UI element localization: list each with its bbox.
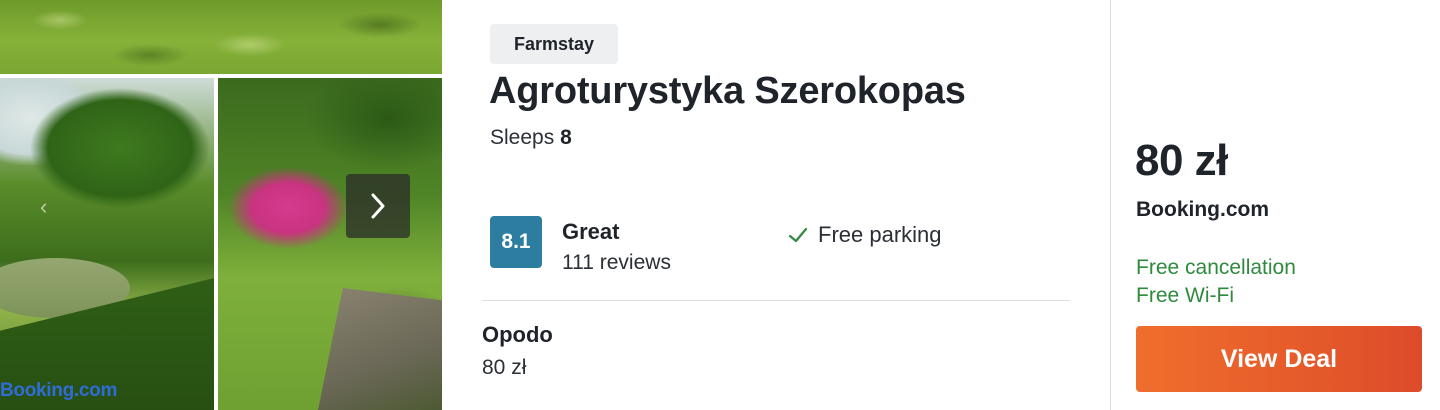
listing-details: Farmstay Agroturystyka Szerokopas Sleeps…	[442, 0, 1110, 410]
review-count-link[interactable]: 111 reviews	[562, 251, 671, 275]
gallery-photo-flowers[interactable]	[218, 78, 442, 410]
perk-free-cancellation: Free cancellation	[1136, 256, 1296, 279]
alternate-partner-name[interactable]: Opodo	[482, 322, 553, 348]
rocks-shape	[318, 288, 442, 410]
gallery-next-button[interactable]	[346, 174, 410, 238]
gallery-photo-pond[interactable]	[0, 78, 214, 410]
sleeps-label: Sleeps	[490, 126, 555, 149]
check-icon	[788, 227, 808, 243]
amenity-label: Free parking	[818, 222, 942, 247]
divider	[482, 300, 1070, 301]
listing-title[interactable]: Agroturystyka Szerokopas	[489, 70, 966, 113]
sleeps-info: Sleeps 8	[490, 126, 572, 150]
perk-free-wifi: Free Wi-Fi	[1136, 284, 1234, 307]
photo-gallery[interactable]: ‹ Booking.com	[0, 0, 442, 410]
view-deal-button[interactable]: View Deal	[1136, 326, 1422, 392]
photo-watermark: Booking.com	[0, 380, 118, 401]
amenity-free-parking: Free parking	[788, 222, 942, 248]
deal-provider: Booking.com	[1136, 198, 1270, 221]
sleeps-count: 8	[560, 126, 572, 149]
deal-panel: 80 zł Booking.com Free cancellation Free…	[1111, 0, 1440, 410]
gallery-photo-lawn[interactable]	[0, 0, 442, 74]
alternate-partner-price[interactable]: 80 zł	[482, 356, 526, 380]
rating-label: Great	[562, 219, 620, 244]
chevron-right-icon	[371, 193, 385, 219]
property-type-badge: Farmstay	[490, 24, 619, 64]
deal-price: 80 zł	[1135, 136, 1228, 185]
chevron-left-icon[interactable]: ‹	[40, 196, 62, 218]
rating-score-badge[interactable]: 8.1	[490, 216, 542, 268]
